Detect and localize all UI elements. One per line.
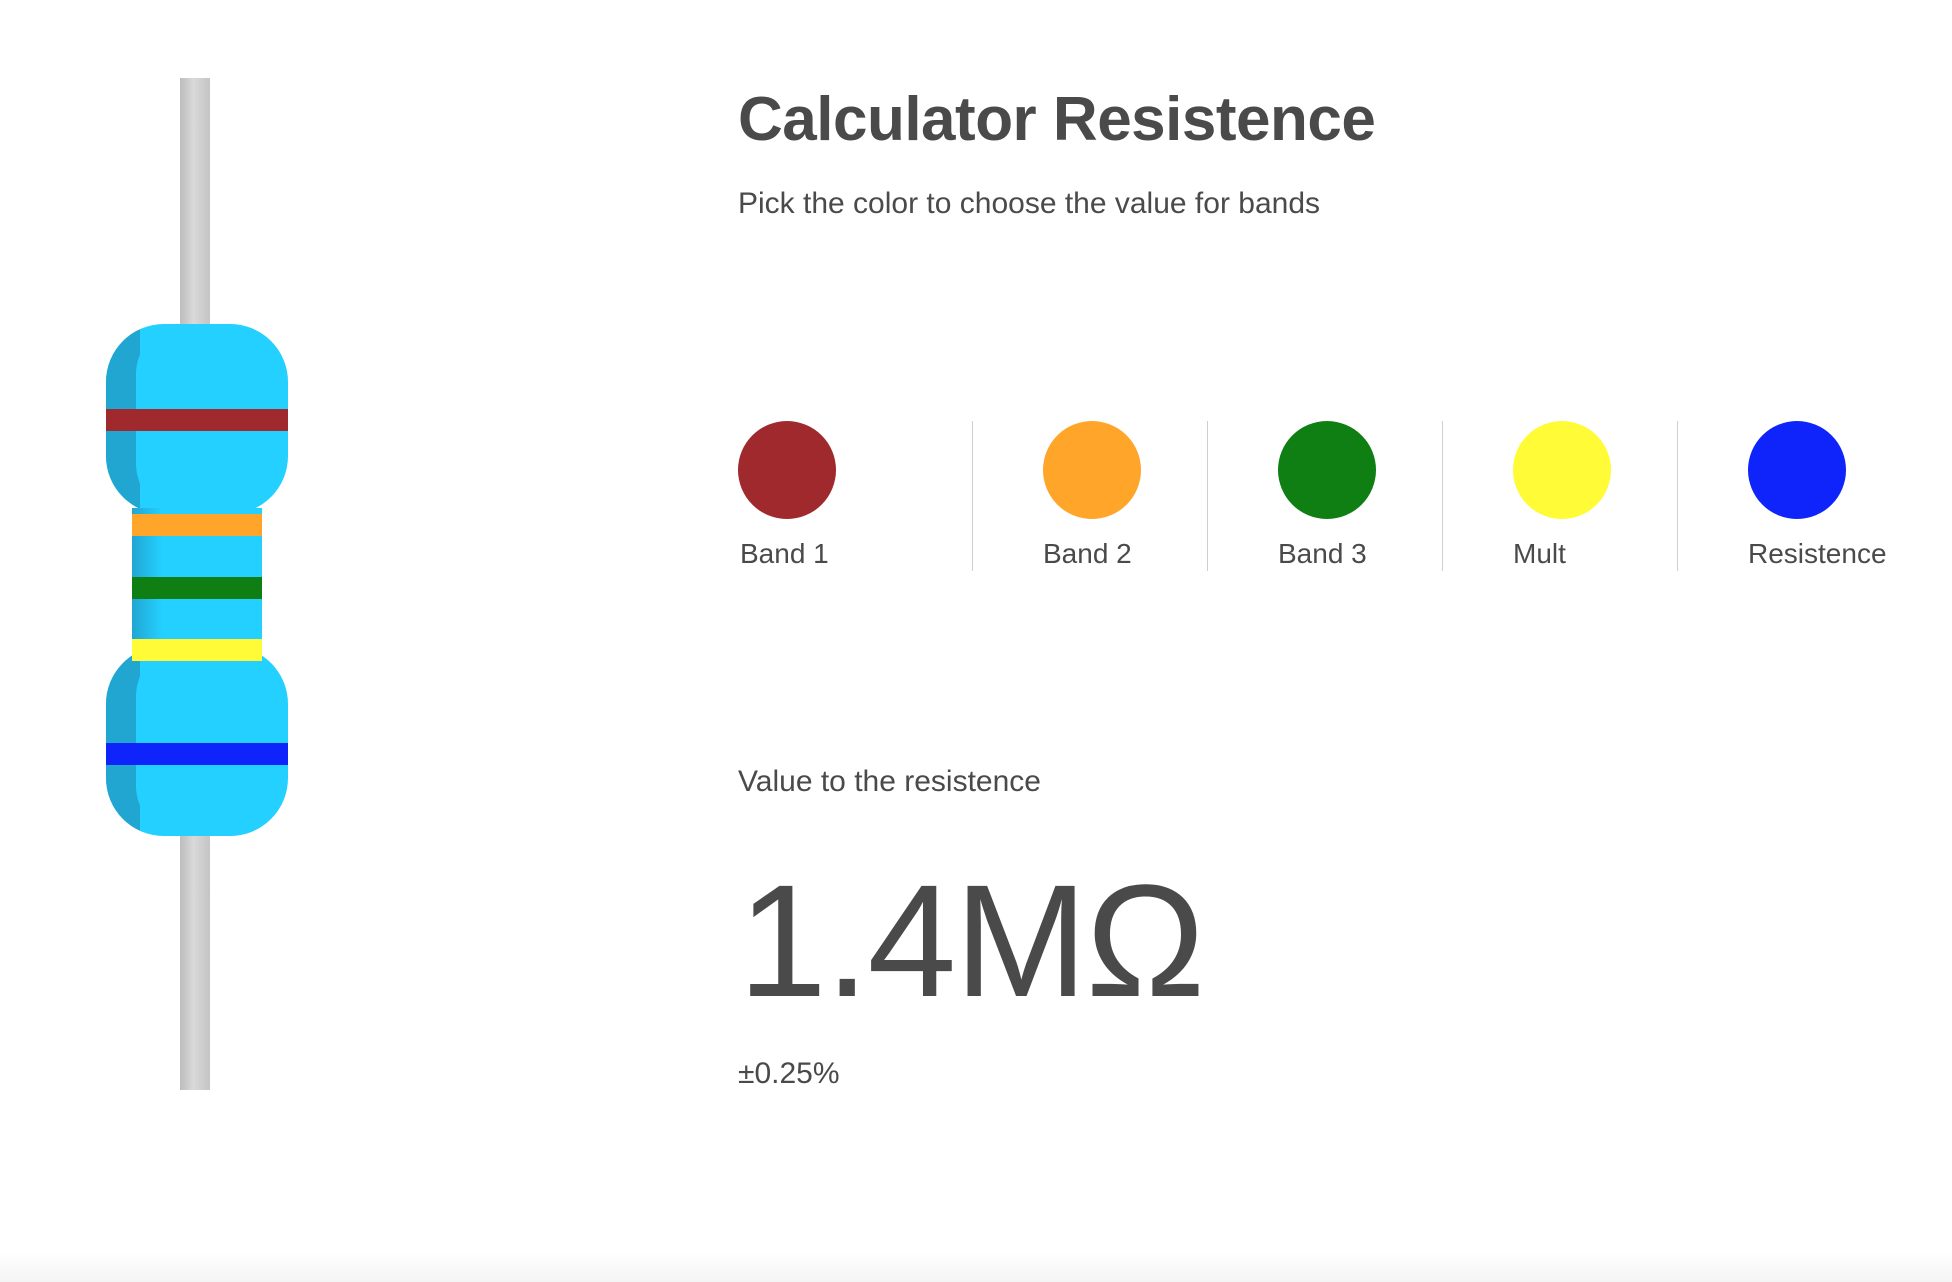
color-swatch-resistence[interactable] <box>1748 421 1846 519</box>
page-title: Calculator Resistence <box>738 85 1376 154</box>
color-swatch-band-3[interactable] <box>1278 421 1376 519</box>
band-label-resistence: Resistence <box>1748 538 1887 569</box>
resistor-band-tolerance <box>106 743 288 765</box>
resistor-illustration <box>100 78 290 1090</box>
band-label-band-3: Band 3 <box>1278 538 1367 569</box>
color-swatch-multiplier[interactable] <box>1513 421 1611 519</box>
calculator-panel: Calculator Resistence Pick the color to … <box>738 78 1888 1090</box>
band-picker-multiplier[interactable]: Mult <box>1443 421 1678 571</box>
resistor-cap-bottom <box>106 646 288 836</box>
resistor-band-2 <box>132 514 262 536</box>
result-tolerance: ±0.25% <box>738 1057 840 1090</box>
page-subtitle: Pick the color to choose the value for b… <box>738 187 1321 220</box>
result-caption: Value to the resistence <box>738 765 1041 798</box>
band-picker-resistence[interactable]: Resistence <box>1678 421 1912 571</box>
band-picker-band-3[interactable]: Band 3 <box>1208 421 1443 571</box>
resistor-calculator-page: Calculator Resistence Pick the color to … <box>0 0 1952 1282</box>
band-label-multiplier: Mult <box>1513 538 1566 569</box>
page-bottom-edge <box>0 1252 1952 1282</box>
resistor-lead-top <box>180 78 210 334</box>
band-label-band-1: Band 1 <box>740 538 829 569</box>
band-picker-row: Band 1 Band 2 Band 3 Mult Resistence <box>738 421 1912 571</box>
resistor-lead-bottom <box>180 830 210 1090</box>
result-value: 1.4MΩ <box>738 851 1205 1030</box>
resistor-band-1 <box>106 409 288 431</box>
band-picker-band-1[interactable]: Band 1 <box>738 421 973 571</box>
color-swatch-band-2[interactable] <box>1043 421 1141 519</box>
resistor-band-3 <box>132 577 262 599</box>
band-picker-band-2[interactable]: Band 2 <box>973 421 1208 571</box>
band-label-band-2: Band 2 <box>1043 538 1132 569</box>
resistor-band-multiplier <box>132 639 262 661</box>
color-swatch-band-1[interactable] <box>738 421 836 519</box>
